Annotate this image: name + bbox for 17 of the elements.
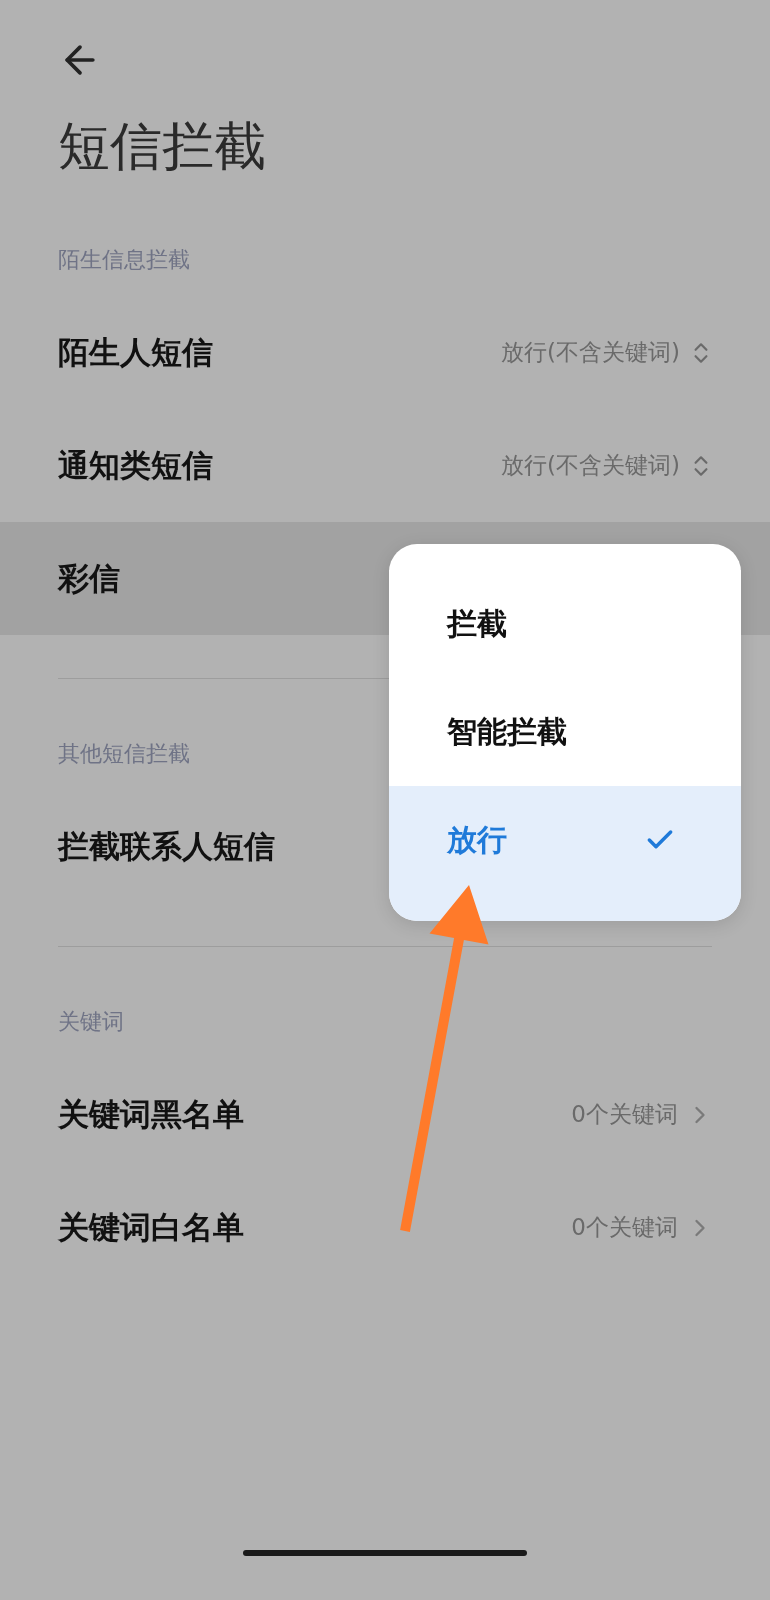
menu-item[interactable]: 拦截: [389, 570, 741, 678]
menu-item[interactable]: 放行: [389, 786, 741, 921]
row-label: 通知类短信: [58, 445, 213, 485]
row-label: 拦截联系人短信: [58, 826, 275, 866]
page-title: 短信拦截: [58, 116, 266, 176]
menu-item[interactable]: 智能拦截: [389, 678, 741, 786]
section-label: 关键词: [58, 1009, 124, 1034]
section-label: 陌生信息拦截: [58, 247, 190, 272]
section-label: 其他短信拦截: [58, 741, 190, 766]
row-label: 关键词黑名单: [58, 1094, 244, 1134]
row-value: 0个关键词: [571, 1100, 678, 1129]
row-label: 关键词白名单: [58, 1207, 244, 1247]
row-value: 放行(不含关键词): [501, 451, 680, 480]
row-label: 彩信: [58, 558, 120, 598]
row-value: 放行(不含关键词): [501, 338, 680, 367]
row-label: 陌生人短信: [58, 332, 213, 372]
row-value: 0个关键词: [571, 1213, 678, 1242]
